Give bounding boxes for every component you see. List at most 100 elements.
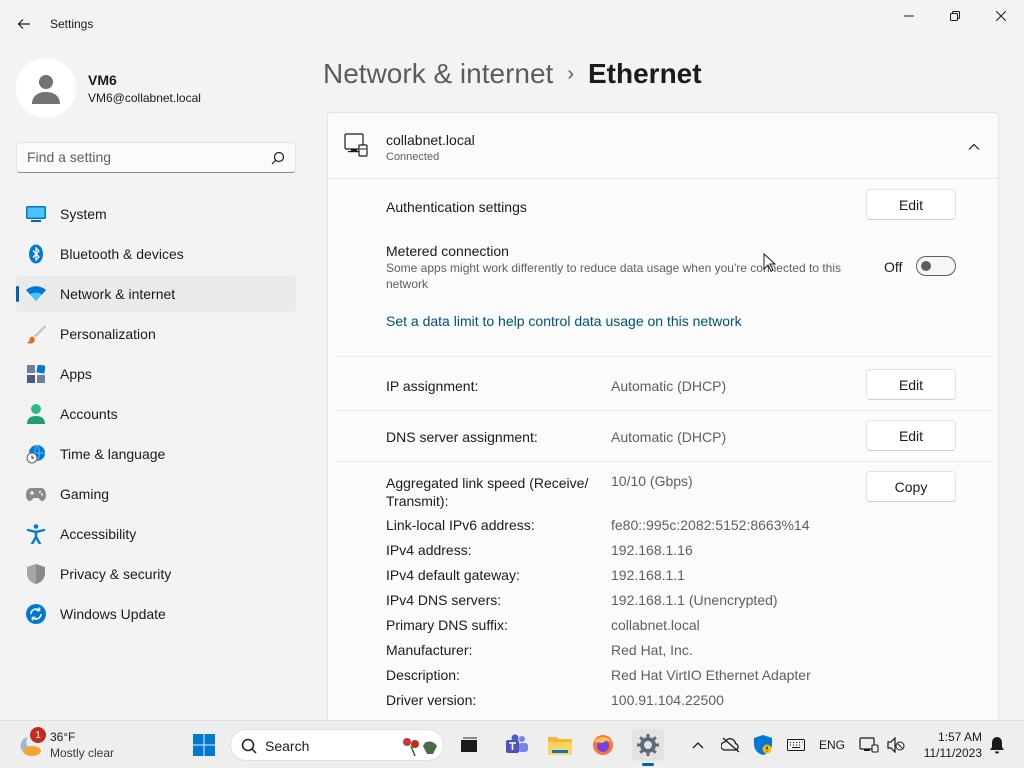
firefox-icon <box>593 735 613 755</box>
search-box[interactable] <box>16 142 296 173</box>
dns-assignment-label: DNS server assignment: <box>386 429 538 445</box>
minimize-button[interactable] <box>886 0 932 32</box>
windows-logo-icon <box>193 734 215 756</box>
weather-notification-badge: 1 <box>30 727 46 743</box>
sidebar-item-label: Apps <box>60 366 92 382</box>
sidebar-item-system[interactable]: System <box>16 196 296 232</box>
ip-edit-button[interactable]: Edit <box>866 369 956 400</box>
sidebar-item-label: Privacy & security <box>60 566 172 582</box>
clock-date: 11/11/2023 <box>923 746 982 760</box>
show-hidden-icons-button[interactable] <box>688 733 708 757</box>
volume-muted-icon <box>887 737 905 753</box>
restore-button[interactable] <box>932 0 978 32</box>
weather-widget[interactable]: 1 36°F Mostly clear <box>16 727 156 763</box>
profile-email: VM6@collabnet.local <box>88 91 201 105</box>
network-status: Connected <box>386 151 440 163</box>
sidebar-item-time-language[interactable]: Time & language <box>16 436 296 472</box>
notifications-button[interactable] <box>986 733 1008 757</box>
divider <box>336 410 992 411</box>
sidebar-item-label: Personalization <box>60 326 156 342</box>
app-title: Settings <box>50 17 94 31</box>
dns-edit-button[interactable]: Edit <box>866 420 956 451</box>
defender-shield-icon <box>754 735 772 755</box>
teams-button[interactable] <box>501 729 533 761</box>
taskbar-search-label: Search <box>265 738 310 754</box>
back-button[interactable] <box>8 8 40 40</box>
property-label-link-speed: Aggregated link speed (Receive/ Transmit… <box>386 475 589 509</box>
person-icon <box>26 404 46 424</box>
network-card-header[interactable]: collabnet.local Connected <box>327 112 999 179</box>
toggle-knob <box>921 261 931 271</box>
search-icon[interactable] <box>271 151 285 165</box>
ethernet-tray-icon <box>859 737 879 753</box>
network-tray-button[interactable] <box>858 733 880 757</box>
firefox-button[interactable] <box>587 729 619 761</box>
ip-assignment-value: Automatic (DHCP) <box>611 378 727 394</box>
restore-icon <box>950 11 960 21</box>
data-limit-link[interactable]: Set a data limit to help control data us… <box>386 313 742 329</box>
property-value-ipv4: 192.168.1.16 <box>611 542 693 558</box>
metered-connection-description: Some apps might work differently to redu… <box>386 261 842 291</box>
close-button[interactable] <box>978 0 1024 32</box>
sidebar-item-network[interactable]: Network & internet <box>16 276 296 312</box>
task-view-button[interactable] <box>453 729 485 761</box>
wifi-icon <box>26 284 46 304</box>
page-title: Ethernet <box>588 58 702 89</box>
mouse-cursor-icon <box>763 253 777 272</box>
property-label-description: Description: <box>386 667 460 683</box>
breadcrumb-parent[interactable]: Network & internet <box>323 58 553 89</box>
bell-icon <box>990 737 1004 754</box>
start-button[interactable] <box>188 729 220 761</box>
auth-edit-button[interactable]: Edit <box>866 189 956 220</box>
settings-app-button[interactable] <box>632 729 664 761</box>
bluetooth-icon <box>26 244 46 264</box>
divider <box>336 356 992 357</box>
close-icon <box>996 11 1006 21</box>
taskbar-search[interactable]: Search <box>230 729 444 761</box>
file-explorer-button[interactable] <box>544 729 576 761</box>
cloud-offline-icon <box>721 737 740 753</box>
property-value-description: Red Hat VirtIO Ethernet Adapter <box>611 667 811 683</box>
property-label-dns-servers: IPv4 DNS servers: <box>386 592 502 608</box>
sidebar-item-windows-update[interactable]: Windows Update <box>16 596 296 632</box>
chevron-up-icon <box>692 742 704 749</box>
property-label-driver-version: Driver version: <box>386 692 477 708</box>
security-tray-button[interactable] <box>752 733 774 757</box>
back-arrow-icon <box>17 19 30 29</box>
brush-icon <box>26 324 46 344</box>
apps-icon <box>26 364 46 384</box>
sidebar-item-label: Time & language <box>60 446 166 462</box>
property-value-driver-version: 100.91.104.22500 <box>611 692 724 708</box>
sidebar-item-gaming[interactable]: Gaming <box>16 476 296 512</box>
accessibility-icon <box>26 524 46 544</box>
chevron-up-icon[interactable] <box>966 139 982 155</box>
copy-button[interactable]: Copy <box>866 471 956 502</box>
metered-toggle[interactable] <box>916 256 956 276</box>
divider <box>336 461 992 462</box>
weather-description: Mostly clear <box>50 746 115 760</box>
sidebar-item-accounts[interactable]: Accounts <box>16 396 296 432</box>
sidebar-item-personalization[interactable]: Personalization <box>16 316 296 352</box>
sidebar-item-label: Bluetooth & devices <box>60 246 184 262</box>
network-name: collabnet.local <box>386 132 475 148</box>
volume-tray-button[interactable] <box>886 733 906 757</box>
sidebar-item-bluetooth[interactable]: Bluetooth & devices <box>16 236 296 272</box>
property-label-ipv6: Link-local IPv6 address: <box>386 517 535 533</box>
sidebar-item-accessibility[interactable]: Accessibility <box>16 516 296 552</box>
input-language-button[interactable]: ENG <box>816 733 848 757</box>
user-profile[interactable]: VM6 VM6@collabnet.local <box>16 58 296 118</box>
update-icon <box>26 604 46 624</box>
person-avatar-icon <box>32 75 60 104</box>
search-input[interactable] <box>27 149 267 165</box>
taskbar-clock[interactable]: 1:57 AM 11/11/2023 <box>912 729 982 761</box>
gear-icon <box>637 734 659 756</box>
sidebar-item-apps[interactable]: Apps <box>16 356 296 392</box>
property-label-ipv4: IPv4 address: <box>386 542 472 558</box>
title-bar: Settings <box>0 0 1024 48</box>
onedrive-tray-button[interactable] <box>720 733 742 757</box>
sidebar-item-label: Windows Update <box>60 606 166 622</box>
sidebar-item-label: System <box>60 206 107 222</box>
keyboard-icon <box>787 739 805 751</box>
sidebar-item-privacy[interactable]: Privacy & security <box>16 556 296 592</box>
keyboard-tray-button[interactable] <box>785 733 807 757</box>
